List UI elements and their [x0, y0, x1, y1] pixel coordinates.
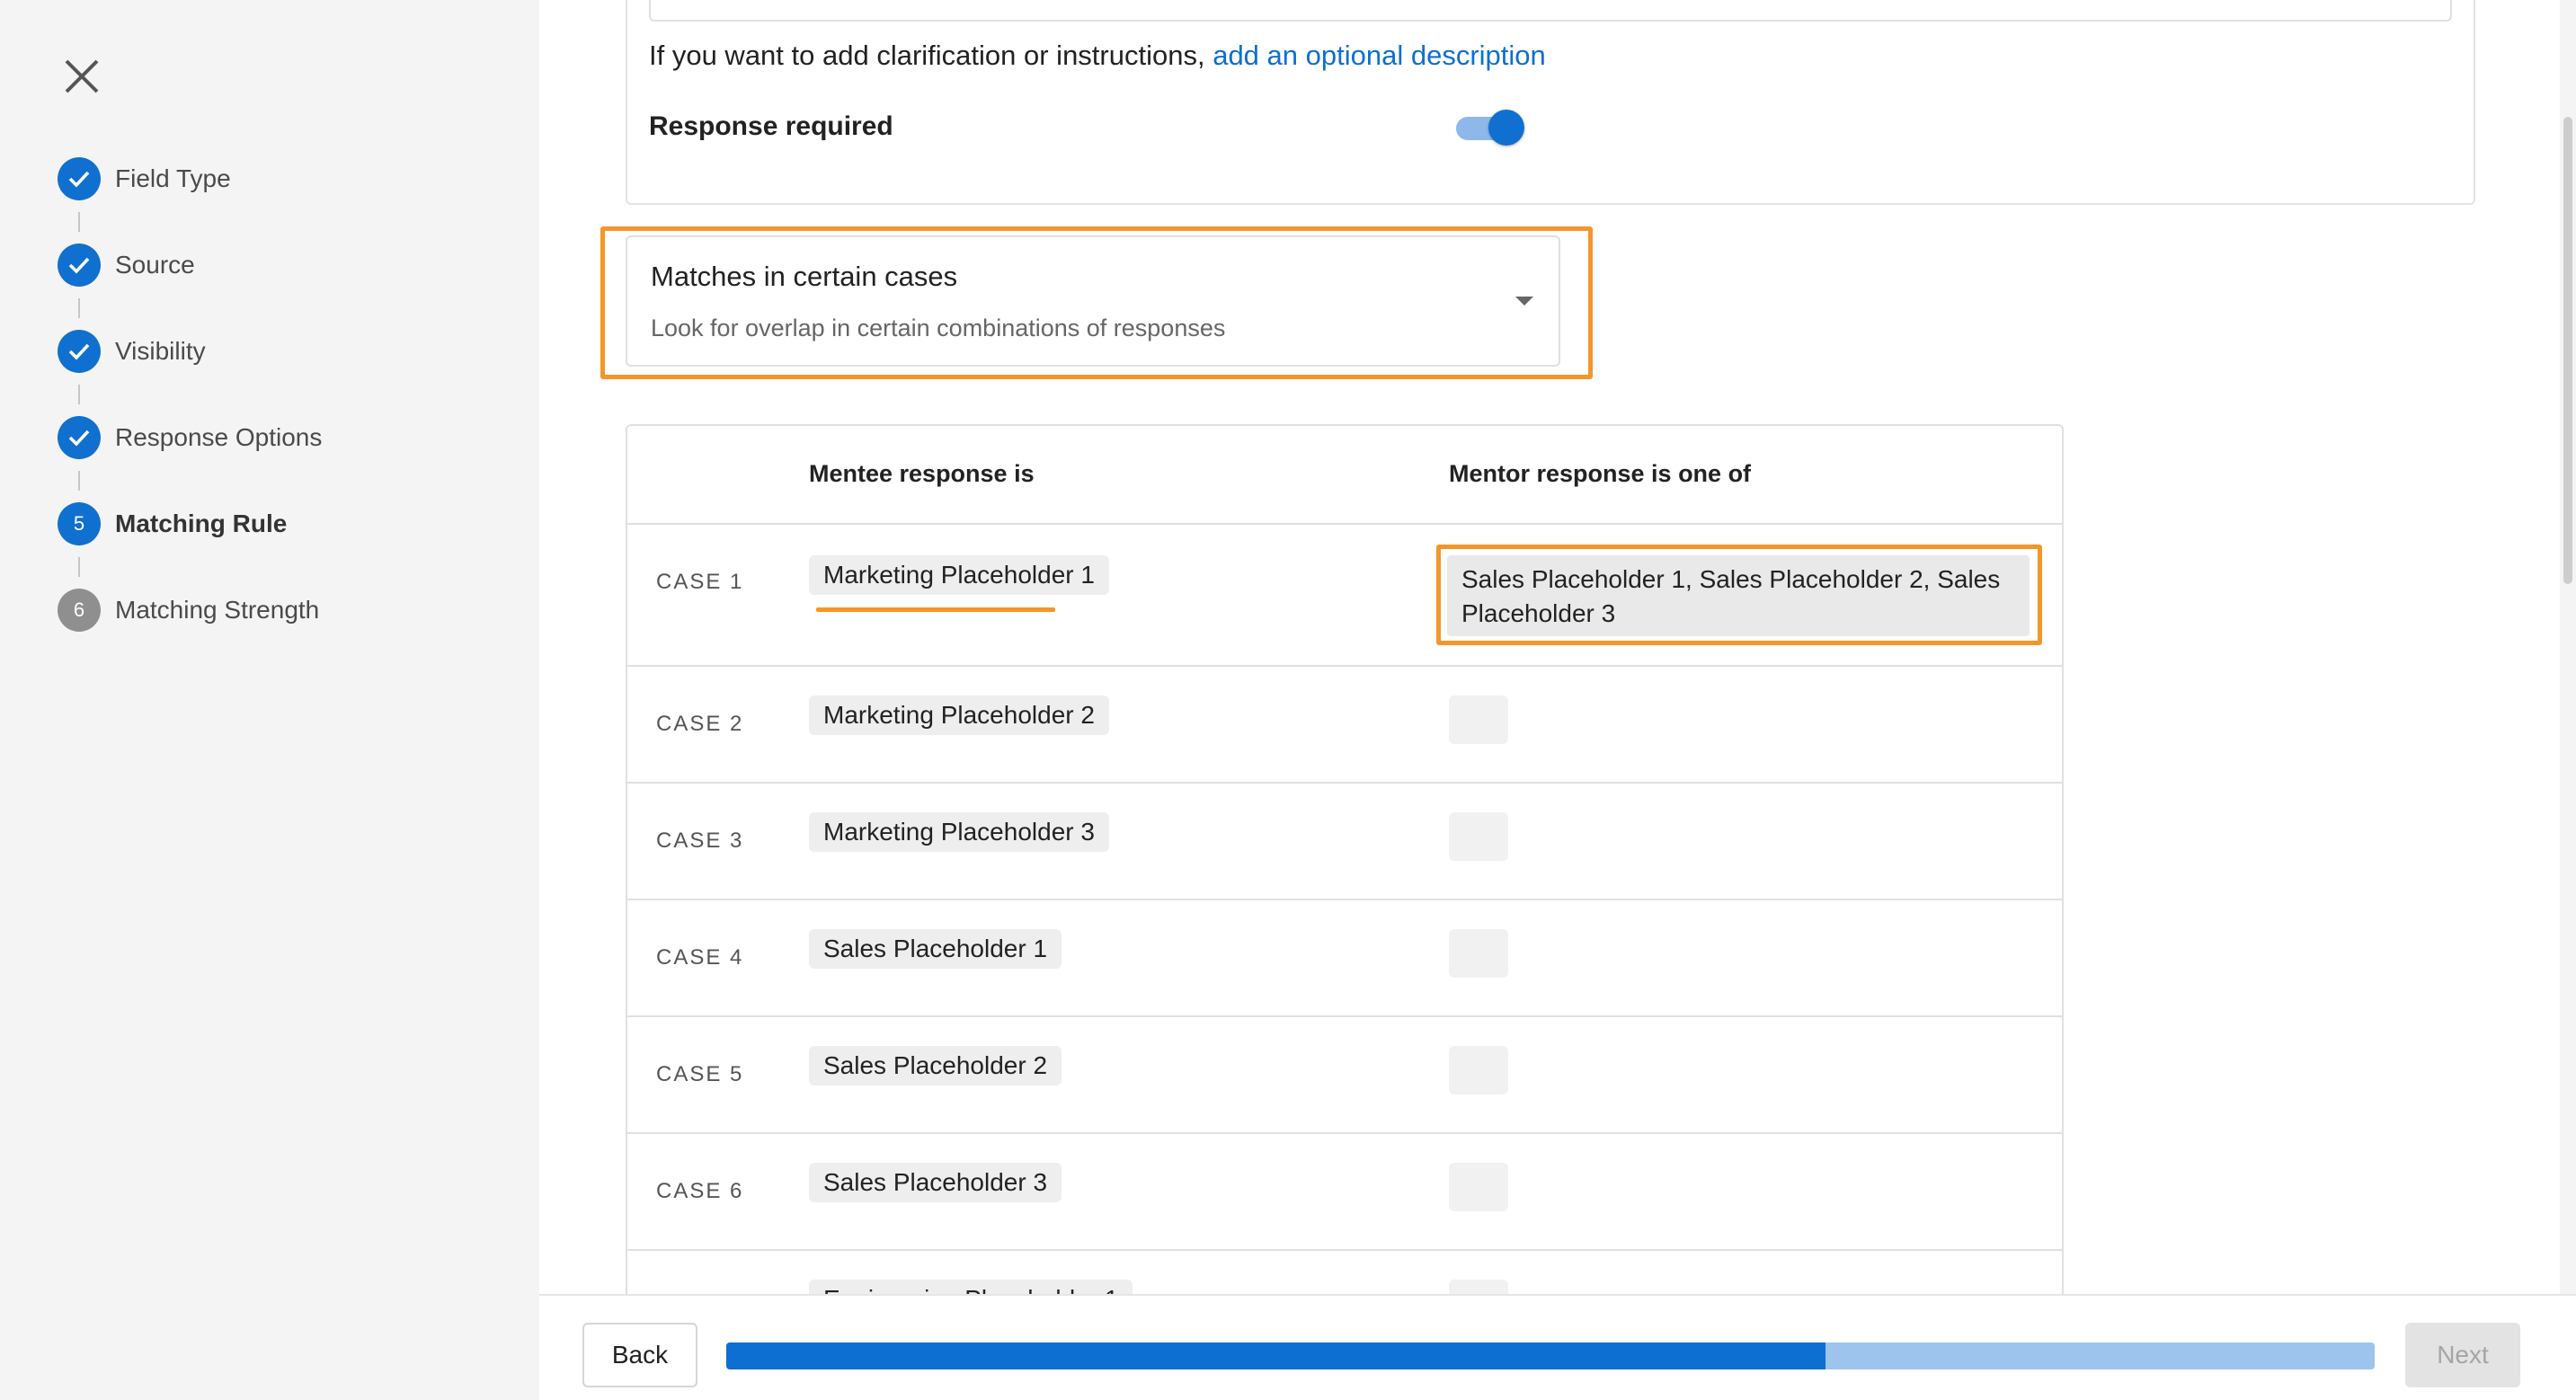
step-response-options[interactable]: Response Options: [58, 416, 322, 459]
matching-rule-select[interactable]: Matches in certain cases Look for overla…: [626, 235, 1560, 367]
step-label: Source: [115, 251, 195, 279]
close-icon: [65, 59, 99, 93]
case-label: CASE 2: [656, 712, 744, 736]
progress-bar: [726, 1342, 2375, 1369]
mentor-response-select[interactable]: Sales Placeholder 1, Sales Placeholder 2…: [1447, 555, 2030, 636]
mentor-response-select[interactable]: [1449, 812, 1508, 861]
add-description-link[interactable]: add an optional description: [1212, 40, 1546, 71]
header-mentee: Mentee response is: [809, 460, 1035, 487]
check-icon: [58, 416, 101, 459]
description-prompt: If you want to add clarification or inst…: [649, 40, 1546, 72]
step-connector: [78, 385, 80, 404]
case-label: CASE 1: [656, 570, 744, 594]
mentor-response-select[interactable]: [1449, 1280, 1508, 1294]
table-row: Engineering Placeholder 1: [627, 1249, 2062, 1294]
step-connector: [78, 557, 80, 577]
main-content: If you want to add clarification or inst…: [539, 0, 2576, 1294]
description-prompt-text: If you want to add clarification or inst…: [649, 40, 1205, 71]
annotation-underline: [816, 607, 1055, 612]
mentee-response-chip: Sales Placeholder 3: [809, 1163, 1062, 1202]
step-number-badge: 6: [58, 589, 101, 632]
close-button[interactable]: [54, 49, 110, 104]
toggle-knob: [1488, 110, 1524, 146]
step-connector: [78, 298, 80, 318]
step-field-type[interactable]: Field Type: [58, 157, 231, 200]
mentee-response-chip: Marketing Placeholder 1: [809, 555, 1109, 595]
step-label: Matching Strength: [115, 596, 320, 624]
table-row: CASE 6 Sales Placeholder 3: [627, 1132, 2062, 1249]
table-row: CASE 4 Sales Placeholder 1: [627, 899, 2062, 1015]
caret-down-icon: [1515, 297, 1533, 306]
scrollbar-thumb[interactable]: [2563, 117, 2572, 584]
step-label: Matching Rule: [115, 509, 288, 537]
mentee-response-chip: Marketing Placeholder 3: [809, 812, 1109, 852]
progress-bar-fill: [726, 1342, 1826, 1369]
question-card: [626, 0, 2475, 205]
check-icon: [58, 244, 101, 287]
response-required-label: Response required: [649, 111, 893, 141]
select-selected-title: Matches in certain cases: [651, 261, 958, 292]
check-icon: [58, 330, 101, 373]
table-row: CASE 3 Marketing Placeholder 3: [627, 782, 2062, 899]
table-row: CASE 2 Marketing Placeholder 2: [627, 665, 2062, 782]
question-input[interactable]: [649, 0, 2452, 22]
step-source[interactable]: Source: [58, 244, 195, 287]
mentor-response-select[interactable]: [1449, 1163, 1508, 1211]
mentor-response-select[interactable]: [1449, 1046, 1508, 1094]
step-label: Field Type: [115, 164, 231, 192]
wizard-sidebar: Field Type Source Visibility Response Op…: [0, 0, 539, 1400]
wizard-footer: Back Next: [539, 1294, 2576, 1400]
step-number-badge: 5: [58, 502, 101, 545]
check-icon: [58, 157, 101, 200]
step-label: Response Options: [115, 423, 323, 451]
scrollbar[interactable]: [2560, 0, 2576, 1294]
select-selected-description: Look for overlap in certain combinations…: [651, 315, 1226, 341]
mentor-response-select[interactable]: [1449, 696, 1508, 744]
step-label: Visibility: [115, 337, 206, 365]
matching-rules-table: Mentee response is Mentor response is on…: [626, 424, 2064, 1294]
case-label: CASE 3: [656, 828, 744, 853]
mentor-response-select[interactable]: [1449, 929, 1508, 978]
mentee-response-chip: Sales Placeholder 1: [809, 929, 1062, 969]
table-row: CASE 1 Marketing Placeholder 1 Sales Pla…: [627, 523, 2062, 665]
case-label: CASE 5: [656, 1062, 744, 1086]
mentee-response-chip: Engineering Placeholder 1: [809, 1280, 1133, 1294]
step-connector: [78, 212, 80, 232]
header-mentor: Mentor response is one of: [1449, 460, 1752, 487]
step-matching-strength[interactable]: 6 Matching Strength: [58, 589, 319, 632]
case-label: CASE 4: [656, 945, 744, 970]
back-button[interactable]: Back: [582, 1323, 697, 1387]
table-row: CASE 5 Sales Placeholder 2: [627, 1015, 2062, 1132]
step-connector: [78, 471, 80, 491]
case-label: CASE 6: [656, 1179, 744, 1203]
step-matching-rule[interactable]: 5 Matching Rule: [58, 502, 287, 545]
response-required-toggle[interactable]: [1456, 110, 1524, 146]
mentee-response-chip: Marketing Placeholder 2: [809, 696, 1109, 735]
step-visibility[interactable]: Visibility: [58, 330, 206, 373]
mentee-response-chip: Sales Placeholder 2: [809, 1046, 1062, 1085]
next-button[interactable]: Next: [2405, 1323, 2520, 1387]
